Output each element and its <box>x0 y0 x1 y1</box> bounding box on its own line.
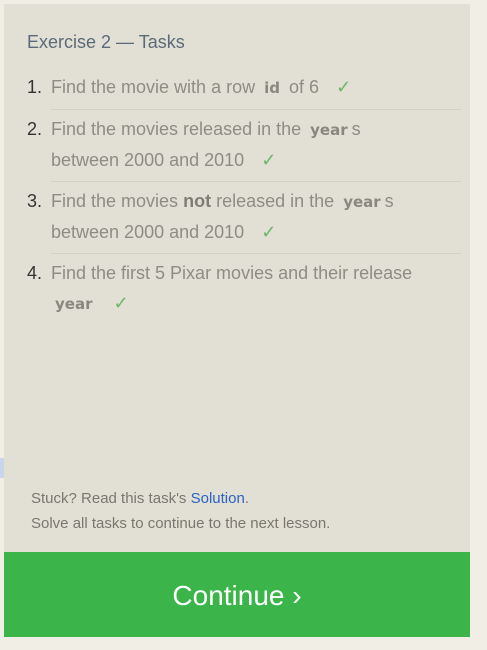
task-number: 1. <box>27 77 43 97</box>
task-text-segment: s <box>351 119 361 139</box>
task-number: 2. <box>27 119 43 139</box>
task-text-segment: between 2000 and 2010 <box>51 222 245 242</box>
check-icon: ✓ <box>336 77 352 97</box>
task-text-segment: of 6 <box>289 77 320 97</box>
task-item-1: 1. Find the movie with a row id of 6 ✓ <box>27 72 461 114</box>
keyword-year: year <box>343 193 381 211</box>
exercise-panel: Exercise 2 — Tasks 1. Find the movie wit… <box>4 4 470 552</box>
task-text: Find the movie with a row id of 6 ✓ <box>51 72 461 110</box>
task-text-segment: released in the <box>216 191 335 211</box>
continue-note: Solve all tasks to continue to the next … <box>31 515 331 532</box>
stuck-suffix: . <box>244 490 249 507</box>
panel-title: Exercise 2 — Tasks <box>27 32 185 52</box>
check-icon: ✓ <box>261 150 277 170</box>
task-item-3: 3. Find the movies not released in the y… <box>27 186 461 258</box>
keyword-year: year <box>55 295 93 313</box>
task-text-segment: between 2000 and 2010 <box>51 150 245 170</box>
task-text: Find the first 5 Pixar movies and their … <box>51 258 461 325</box>
task-list: 1. Find the movie with a row id of 6 ✓ 2… <box>27 72 461 329</box>
continue-button[interactable]: Continue › <box>4 552 470 637</box>
task-item-2: 2. Find the movies released in the year s… <box>27 114 461 186</box>
task-text: Find the movies released in the year s be… <box>51 114 461 182</box>
check-icon: ✓ <box>113 293 129 313</box>
check-icon: ✓ <box>261 222 277 242</box>
task-item-4: 4. Find the first 5 Pixar movies and the… <box>27 258 461 329</box>
emphasis-not: not <box>183 191 212 211</box>
task-text-segment: s <box>384 191 394 211</box>
keyword-year: year <box>310 121 348 139</box>
stuck-line: Stuck? Read this task's Solution. <box>31 486 330 511</box>
task-text: Find the movies not released in the year… <box>51 186 461 254</box>
solution-link[interactable]: Solution <box>191 490 245 507</box>
task-number: 3. <box>27 191 43 211</box>
task-text-segment: Find the movie with a row <box>51 77 256 97</box>
task-text-segment: Find the first 5 Pixar movies and their … <box>51 263 413 283</box>
task-number: 4. <box>27 263 43 283</box>
task-text-segment: Find the movies released in the <box>51 119 302 139</box>
stuck-prefix: Stuck? Read this task's <box>31 490 187 507</box>
task-text-segment: Find the movies <box>51 191 179 211</box>
keyword-id: id <box>264 79 280 97</box>
help-text: Stuck? Read this task's Solution. Solve … <box>31 486 330 536</box>
